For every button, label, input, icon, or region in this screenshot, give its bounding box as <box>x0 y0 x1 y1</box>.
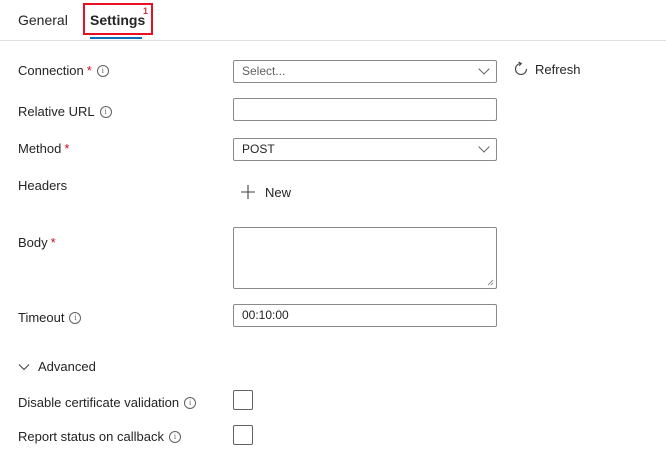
plus-icon <box>241 185 255 199</box>
method-value: POST <box>242 142 275 156</box>
report-status-label: Report status on callback i <box>18 429 181 444</box>
timeout-input[interactable]: 00:10:00 <box>233 304 497 327</box>
relative-url-label: Relative URL i <box>18 104 112 119</box>
tab-badge: 1 <box>143 6 149 16</box>
headers-label: Headers <box>18 178 67 193</box>
disable-cert-label-text: Disable certificate validation <box>18 395 180 410</box>
timeout-value: 00:10:00 <box>242 308 289 322</box>
method-label: Method * <box>18 141 69 156</box>
tab-bar: General Settings 1 <box>0 0 666 41</box>
body-textarea[interactable] <box>233 227 497 289</box>
required-marker: * <box>50 235 56 250</box>
method-select[interactable]: POST <box>233 138 497 161</box>
info-icon[interactable]: i <box>168 431 181 443</box>
disable-cert-checkbox[interactable] <box>233 390 253 410</box>
method-label-text: Method <box>18 141 62 156</box>
disable-cert-label: Disable certificate validation i <box>18 395 197 410</box>
refresh-button[interactable]: Refresh <box>513 61 581 77</box>
headers-label-text: Headers <box>18 178 68 193</box>
connection-select[interactable]: Select... <box>233 60 497 83</box>
chevron-down-icon <box>478 63 490 75</box>
info-icon[interactable]: i <box>184 397 197 409</box>
required-marker: * <box>86 63 92 78</box>
connection-label-text: Connection <box>18 63 84 78</box>
advanced-toggle[interactable]: Advanced <box>18 359 96 374</box>
relative-url-label-text: Relative URL <box>18 104 95 119</box>
info-icon[interactable]: i <box>99 106 112 118</box>
info-icon[interactable]: i <box>69 312 82 324</box>
info-icon[interactable]: i <box>96 65 109 77</box>
required-marker: * <box>64 141 70 156</box>
body-label-text: Body <box>18 235 48 250</box>
chevron-down-icon <box>18 363 30 370</box>
timeout-label: Timeout i <box>18 310 82 325</box>
body-label: Body * <box>18 235 56 250</box>
tab-general[interactable]: General <box>18 12 68 28</box>
advanced-label: Advanced <box>38 359 96 374</box>
connection-label: Connection * i <box>18 63 109 78</box>
chevron-down-icon <box>478 141 490 153</box>
refresh-icon <box>514 61 528 76</box>
refresh-label: Refresh <box>535 61 581 77</box>
active-tab-indicator <box>90 37 142 39</box>
report-status-label-text: Report status on callback <box>18 429 164 444</box>
add-header-button[interactable]: New <box>240 184 291 200</box>
resize-grip-icon[interactable] <box>487 279 494 286</box>
timeout-label-text: Timeout <box>18 310 65 325</box>
connection-placeholder: Select... <box>242 64 286 78</box>
new-label: New <box>265 184 292 200</box>
report-status-checkbox[interactable] <box>233 425 253 445</box>
relative-url-input[interactable] <box>233 98 497 121</box>
